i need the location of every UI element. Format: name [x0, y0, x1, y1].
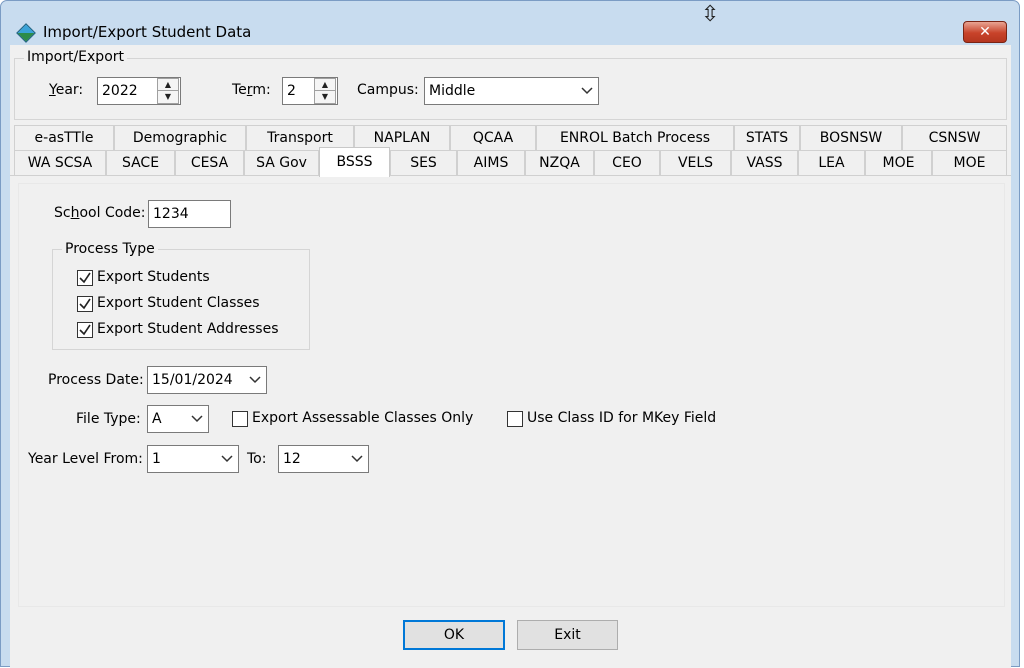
term-spinner-buttons[interactable]: ▲ ▼: [314, 78, 336, 104]
year-spinner-buttons[interactable]: ▲ ▼: [157, 78, 179, 104]
process-date-picker[interactable]: 15/01/2024: [147, 366, 267, 394]
tab-vass[interactable]: VASS: [731, 150, 798, 176]
export-students-checkbox[interactable]: [77, 270, 93, 286]
tab-bsss[interactable]: BSSS: [319, 147, 390, 177]
tab-panel-content: [18, 183, 1005, 607]
tab-sa-gov[interactable]: SA Gov: [244, 150, 319, 176]
export-student-addresses-checkbox[interactable]: [77, 322, 93, 338]
dialog-window: Import/Export Student Data ✕ ⇳ Import/Ex…: [0, 0, 1020, 668]
campus-select-value: Middle: [429, 83, 476, 99]
use-class-id-label[interactable]: Use Class ID for MKey Field: [527, 410, 716, 426]
resize-cursor-icon: ⇳: [701, 2, 720, 27]
export-students-label[interactable]: Export Students: [97, 269, 210, 285]
term-label: Term:: [232, 82, 271, 98]
campus-select[interactable]: Middle: [424, 77, 599, 105]
file-type-label: File Type:: [76, 411, 141, 427]
tab-csnsw[interactable]: CSNSW: [902, 125, 1007, 151]
tab-bosnsw[interactable]: BOSNSW: [800, 125, 902, 151]
year-level-to-value: 12: [283, 451, 301, 467]
tab-vels[interactable]: VELS: [660, 150, 731, 176]
tab-wa-scsa[interactable]: WA SCSA: [14, 150, 106, 176]
export-student-addresses-label[interactable]: Export Student Addresses: [97, 321, 279, 337]
year-level-to-label: To:: [247, 451, 267, 467]
school-code-input[interactable]: 1234: [148, 200, 231, 228]
use-class-id-checkbox[interactable]: [507, 411, 523, 427]
chevron-down-icon: [350, 453, 364, 465]
year-level-to-select[interactable]: 12: [278, 445, 369, 473]
process-date-label: Process Date:: [48, 372, 144, 388]
file-type-select[interactable]: A: [147, 405, 209, 433]
tab-lea[interactable]: LEA: [798, 150, 865, 176]
tab-enrol-batch-process[interactable]: ENROL Batch Process: [536, 125, 734, 151]
export-student-classes-label[interactable]: Export Student Classes: [97, 295, 260, 311]
bsss-tab-panel: [10, 175, 1011, 616]
campus-label: Campus:: [357, 82, 419, 98]
chevron-down-icon: [190, 413, 204, 425]
export-student-classes-checkbox[interactable]: [77, 296, 93, 312]
file-type-value: A: [152, 411, 162, 427]
year-label: Year:: [49, 82, 84, 98]
term-down-arrow-icon[interactable]: ▼: [315, 91, 335, 103]
title-bar[interactable]: Import/Export Student Data ✕: [1, 1, 1019, 45]
year-up-arrow-icon[interactable]: ▲: [158, 79, 178, 91]
process-date-value: 15/01/2024: [152, 372, 233, 388]
exit-button[interactable]: Exit: [517, 620, 618, 650]
close-button[interactable]: ✕: [963, 21, 1007, 43]
tab-sace[interactable]: SACE: [106, 150, 175, 176]
tab-stats[interactable]: STATS: [734, 125, 800, 151]
tab-e-asttle[interactable]: e-asTTle: [14, 125, 114, 151]
tab-nzqa[interactable]: NZQA: [525, 150, 594, 176]
tab-moe[interactable]: MOE: [932, 150, 1007, 176]
tab-demographic[interactable]: Demographic: [114, 125, 246, 151]
tab-aims[interactable]: AIMS: [457, 150, 525, 176]
chevron-down-icon[interactable]: [248, 374, 262, 386]
tab-moe[interactable]: MOE: [865, 150, 932, 176]
year-level-from-select[interactable]: 1: [147, 445, 239, 473]
dialog-client-area: Import/Export Year: 2022 ▲ ▼ Term: 2 ▲ ▼…: [10, 45, 1011, 668]
window-title: Import/Export Student Data: [43, 23, 252, 41]
ok-button[interactable]: OK: [403, 620, 505, 650]
chevron-down-icon: [220, 453, 234, 465]
tab-cesa[interactable]: CESA: [175, 150, 244, 176]
import-export-legend: Import/Export: [24, 49, 128, 65]
export-assessable-checkbox[interactable]: [232, 411, 248, 427]
chevron-down-icon: [580, 85, 594, 97]
process-type-legend: Process Type: [62, 241, 158, 257]
tab-ceo[interactable]: CEO: [594, 150, 660, 176]
term-up-arrow-icon[interactable]: ▲: [315, 79, 335, 91]
tab-ses[interactable]: SES: [390, 150, 457, 176]
school-code-label: School Code:: [54, 205, 146, 221]
tab-qcaa[interactable]: QCAA: [450, 125, 536, 151]
app-icon: [16, 23, 36, 43]
year-down-arrow-icon[interactable]: ▼: [158, 91, 178, 103]
year-level-from-value: 1: [152, 451, 161, 467]
year-level-from-label: Year Level From:: [28, 451, 143, 467]
export-assessable-label[interactable]: Export Assessable Classes Only: [252, 410, 473, 426]
